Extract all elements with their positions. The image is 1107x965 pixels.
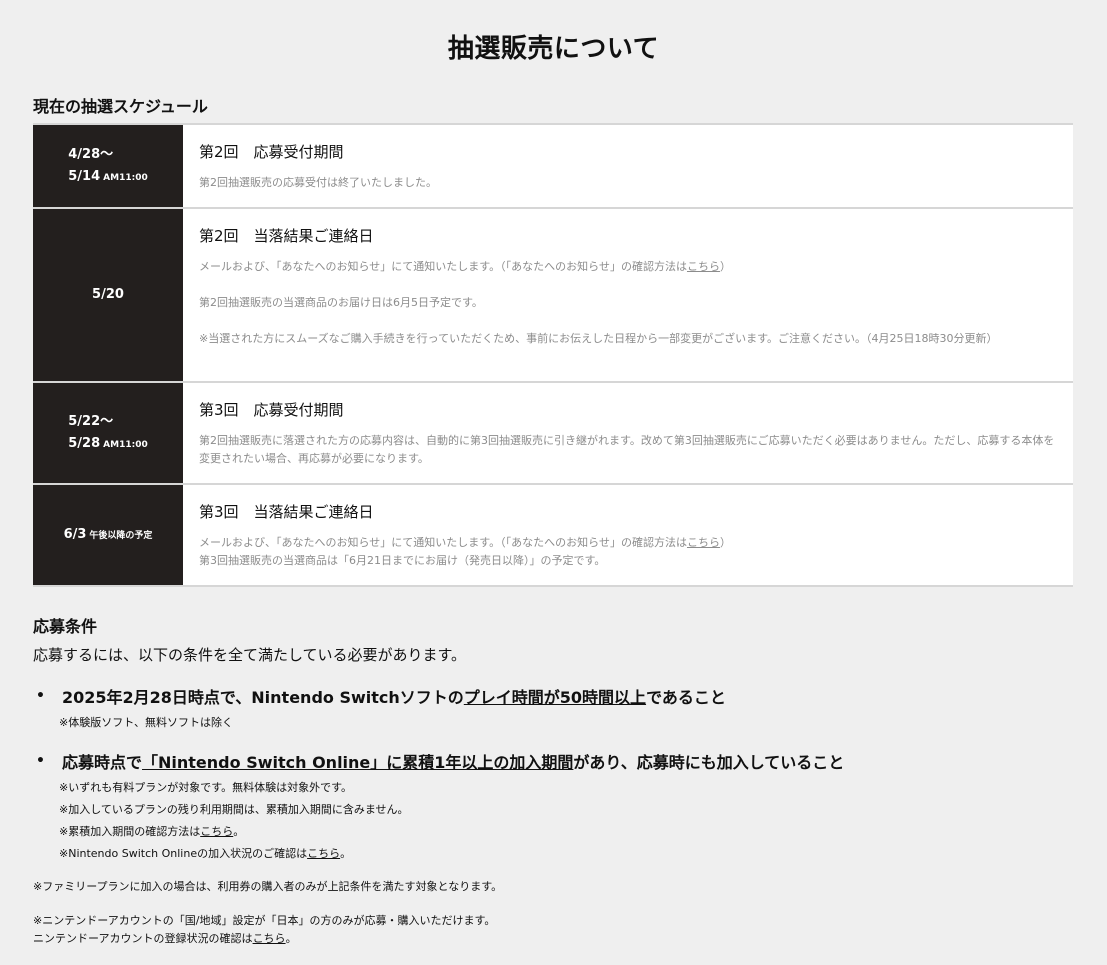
- schedule-row: 5/20 第2回 当落結果ご連絡日 メールおよび、「あなたへのお知らせ」にて通知…: [33, 209, 1073, 383]
- date-time: AM11:00: [103, 172, 148, 183]
- schedule-text: 第2回抽選販売に落選された方の応募内容は、自動的に第3回抽選販売に引き継がれます…: [199, 434, 1055, 465]
- schedule-row: 5/22〜 5/28 AM11:00 第3回 応募受付期間 第2回抽選販売に落選さ…: [33, 383, 1073, 485]
- account-status-link[interactable]: こちら: [253, 932, 286, 945]
- page-title: 抽選販売について: [447, 34, 660, 64]
- schedule-table: 4/28〜 5/14 AM11:00 第2回 応募受付期間 第2回抽選販売の応募受…: [33, 123, 1073, 587]
- date-line: 5/20: [92, 287, 124, 302]
- footnote: ※ニンテンドーアカウントの「国/地域」設定が「日本」の方のみが応募・購入いただけ…: [33, 914, 496, 945]
- emphasis-text: 「Nintendo Switch Online」に累積1年以上の加入期間: [142, 753, 574, 772]
- schedule-date: 5/22〜 5/28 AM11:00: [33, 383, 183, 483]
- condition-note: ※累積加入期間の確認方法はこちら。: [59, 825, 245, 838]
- schedule-row: 6/3 午後以降の予定 第3回 当落結果ご連絡日 メールおよび、「あなたへのお知ら…: [33, 485, 1073, 587]
- schedule-text: 第2回抽選販売の応募受付は終了いたしました。: [199, 176, 437, 189]
- condition-note: ※いずれも有料プランが対象です。無料体験は対象外です。: [59, 781, 353, 794]
- page: 抽選販売について 現在の抽選スケジュール 4/28〜 5/14 AM11:00 第…: [0, 0, 1107, 965]
- schedule-date: 4/28〜 5/14 AM11:00: [33, 125, 183, 207]
- schedule-date: 6/3 午後以降の予定: [33, 485, 183, 585]
- schedule-title: 第3回 当落結果ご連絡日: [199, 503, 374, 521]
- schedule-content: 第2回 当落結果ご連絡日 メールおよび、「あなたへのお知らせ」にて通知いたします…: [183, 209, 1073, 381]
- schedule-title: 第2回 応募受付期間: [199, 143, 344, 161]
- date-line: 5/14: [68, 168, 101, 184]
- condition-text: • 2025年2月28日時点で、Nintendo Switchソフトの プレイ時間…: [33, 684, 726, 708]
- schedule-date: 5/20: [33, 209, 183, 381]
- schedule-content: 第3回 当落結果ご連絡日 メールおよび、「あなたへのお知らせ」にて通知いたします…: [183, 485, 1073, 585]
- schedule-title: 第2回 当落結果ご連絡日: [199, 227, 374, 245]
- subscription-status-link[interactable]: こちら: [307, 847, 340, 860]
- date-time: 午後以降の予定: [89, 530, 153, 541]
- bullet-icon: •: [36, 688, 45, 704]
- condition-note: ※加入しているプランの残り利用期間は、累積加入期間に含みません。: [59, 803, 409, 816]
- schedule-text: メールおよび、「あなたへのお知らせ」にて通知いたします。（「あなたへのお知らせ」…: [199, 260, 731, 273]
- condition-note: ※体験版ソフト、無料ソフトは除く: [59, 716, 233, 729]
- date-line: 5/28: [68, 435, 101, 451]
- schedule-title: 第3回 応募受付期間: [199, 401, 344, 419]
- bullet-icon: •: [36, 753, 45, 769]
- date-time: AM11:00: [103, 439, 148, 450]
- condition-text: • 応募時点で 「Nintendo Switch Online」に累積1年以上の加…: [33, 749, 844, 773]
- condition-item: • 2025年2月28日時点で、Nintendo Switchソフトの プレイ時間…: [33, 684, 726, 734]
- date-line: 4/28〜: [68, 146, 114, 162]
- conditions-heading: 応募条件: [33, 617, 98, 636]
- date-line: 5/22〜: [68, 413, 114, 429]
- emphasis-text: プレイ時間が50時間以上: [463, 688, 647, 707]
- accumulated-period-link[interactable]: こちら: [200, 825, 233, 838]
- schedule-row: 4/28〜 5/14 AM11:00 第2回 応募受付期間 第2回抽選販売の応募受…: [33, 125, 1073, 209]
- schedule-content: 第2回 応募受付期間 第2回抽選販売の応募受付は終了いたしました。: [183, 125, 1073, 207]
- check-method-link[interactable]: こちら: [687, 536, 720, 549]
- condition-note: ※Nintendo Switch Onlineの加入状況のご確認はこちら。: [59, 847, 352, 860]
- schedule-text: 第3回抽選販売の当選商品は「6月21日までにお届け（発売日以降）」の予定です。: [199, 554, 606, 567]
- schedule-text: 第2回抽選販売の当選商品のお届け日は6月5日予定です。: [199, 296, 483, 309]
- check-method-link[interactable]: こちら: [687, 260, 720, 273]
- conditions-intro: 応募するには、以下の条件を全て満たしている必要があります。: [33, 646, 467, 664]
- condition-item: • 応募時点で 「Nintendo Switch Online」に累積1年以上の加…: [33, 749, 844, 865]
- date-line: 6/3: [63, 526, 87, 542]
- schedule-note: ※当選された方にスムーズなご購入手続きを行っていただくため、事前にお伝えした日程…: [199, 332, 998, 345]
- footnote: ※ファミリープランに加入の場合は、利用券の購入者のみが上記条件を満たす対象となり…: [33, 880, 503, 893]
- schedule-text: メールおよび、「あなたへのお知らせ」にて通知いたします。（「あなたへのお知らせ」…: [199, 536, 731, 549]
- schedule-content: 第3回 応募受付期間 第2回抽選販売に落選された方の応募内容は、自動的に第3回抽…: [183, 383, 1073, 483]
- schedule-heading: 現在の抽選スケジュール: [33, 97, 208, 116]
